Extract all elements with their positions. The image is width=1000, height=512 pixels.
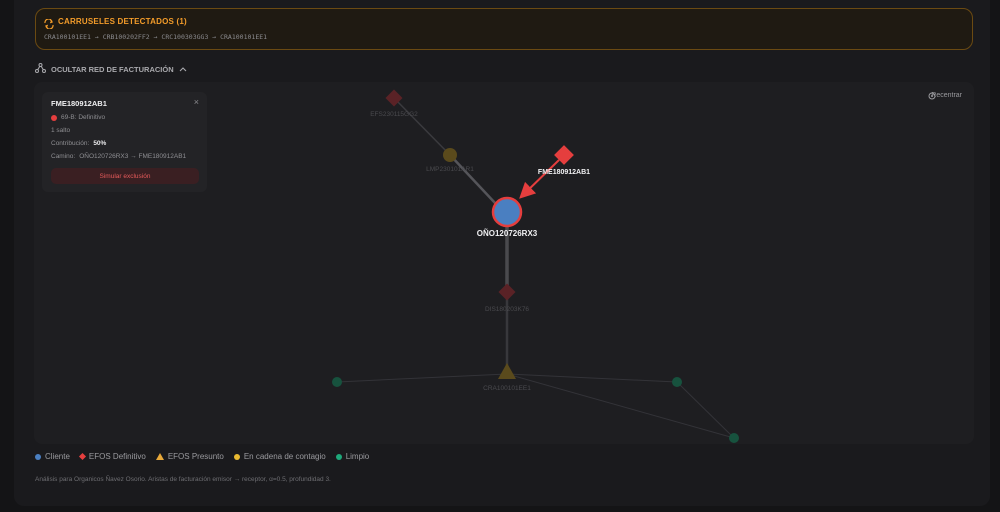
legend-label: Cliente bbox=[45, 452, 70, 461]
edge bbox=[393, 97, 451, 156]
circle-icon bbox=[335, 453, 342, 460]
legend-label: EFOS Definitivo bbox=[88, 452, 146, 461]
edge bbox=[449, 154, 497, 205]
path-value: OÑO120726RX3 → FME180912AB1 bbox=[79, 153, 187, 160]
legend-item-efos-presunto: EFOS Presunto bbox=[155, 452, 224, 461]
legend-item-efos-definitivo: EFOS Definitivo bbox=[78, 452, 146, 461]
edge bbox=[506, 373, 735, 439]
node-limpio[interactable] bbox=[729, 433, 739, 443]
legend-item-limpio: Limpio bbox=[335, 452, 370, 461]
info-contribution: Contribución: 50% bbox=[51, 140, 198, 147]
node-label-selected: FME180912AB1 bbox=[538, 169, 590, 176]
close-icon[interactable]: × bbox=[194, 97, 199, 107]
node-limpio[interactable] bbox=[672, 377, 682, 387]
diamond-icon bbox=[78, 452, 86, 461]
node-efos-definitivo[interactable] bbox=[498, 283, 516, 301]
circle-icon bbox=[233, 453, 240, 460]
node-label-center: OÑO120726RX3 bbox=[477, 229, 538, 238]
info-path: Camino: OÑO120726RX3 → FME180912AB1 bbox=[51, 153, 198, 160]
footer-note: Análisis para Organicos Ñavez Osorio. Ar… bbox=[35, 476, 331, 483]
edge bbox=[336, 373, 508, 383]
legend-label: EFOS Presunto bbox=[167, 452, 224, 461]
carousel-title: CARRUSELES DETECTADOS (1) bbox=[58, 17, 187, 26]
status-dot bbox=[51, 114, 57, 121]
legend-label: Limpio bbox=[345, 452, 370, 461]
node-efos-presunto[interactable] bbox=[498, 363, 516, 379]
legend-label: En cadena de contagio bbox=[243, 452, 326, 461]
hops-text: 1 salto bbox=[51, 127, 71, 134]
billing-network-graph[interactable]: EFS230115GG2 LMP230101AR1 FME180912AB1 O… bbox=[34, 82, 974, 444]
network-icon bbox=[35, 63, 46, 75]
node-label: DIS180203K76 bbox=[485, 306, 529, 313]
node-label: CRA100101EE1 bbox=[483, 385, 531, 392]
node-limpio[interactable] bbox=[332, 377, 342, 387]
legend: Cliente EFOS Definitivo EFOS Presunto En… bbox=[35, 452, 369, 461]
legend-item-cliente: Cliente bbox=[35, 452, 70, 461]
recenter-button[interactable]: Recentrar bbox=[928, 92, 962, 100]
contribution-label: Contribución: bbox=[51, 140, 90, 147]
repeat-icon bbox=[44, 16, 54, 34]
node-info-card: FME180912AB1 × 69-B: Definitivo 1 salto … bbox=[42, 92, 207, 192]
node-label: EFS230115GG2 bbox=[370, 111, 418, 118]
node-contagio[interactable] bbox=[443, 148, 457, 162]
edge-highlight bbox=[519, 159, 560, 199]
contribution-value: 50% bbox=[93, 140, 107, 147]
circle-icon bbox=[35, 453, 41, 460]
info-status: 69-B: Definitivo bbox=[51, 114, 198, 121]
path-label: Camino: bbox=[51, 153, 76, 160]
legend-item-contagio: En cadena de contagio bbox=[233, 452, 326, 461]
toggle-label: OCULTAR RED DE FACTURACIÓN bbox=[51, 64, 174, 74]
simulate-exclusion-button[interactable]: Simular exclusión bbox=[51, 168, 199, 184]
node-label: LMP230101AR1 bbox=[426, 166, 474, 173]
info-title: FME180912AB1 bbox=[51, 99, 107, 108]
chevron-up-icon bbox=[179, 65, 187, 74]
toggle-network-button[interactable]: OCULTAR RED DE FACTURACIÓN bbox=[35, 63, 187, 75]
triangle-icon bbox=[155, 453, 164, 460]
carousel-alert: CARRUSELES DETECTADOS (1) CRA100101EE1 →… bbox=[35, 8, 973, 50]
status-text: 69-B: Definitivo bbox=[61, 114, 106, 121]
carousel-chain: CRA100101EE1 → CRB100202FF2 → CRC100303G… bbox=[44, 33, 268, 41]
node-cliente-center[interactable] bbox=[491, 196, 523, 228]
info-hops: 1 salto bbox=[51, 127, 198, 134]
